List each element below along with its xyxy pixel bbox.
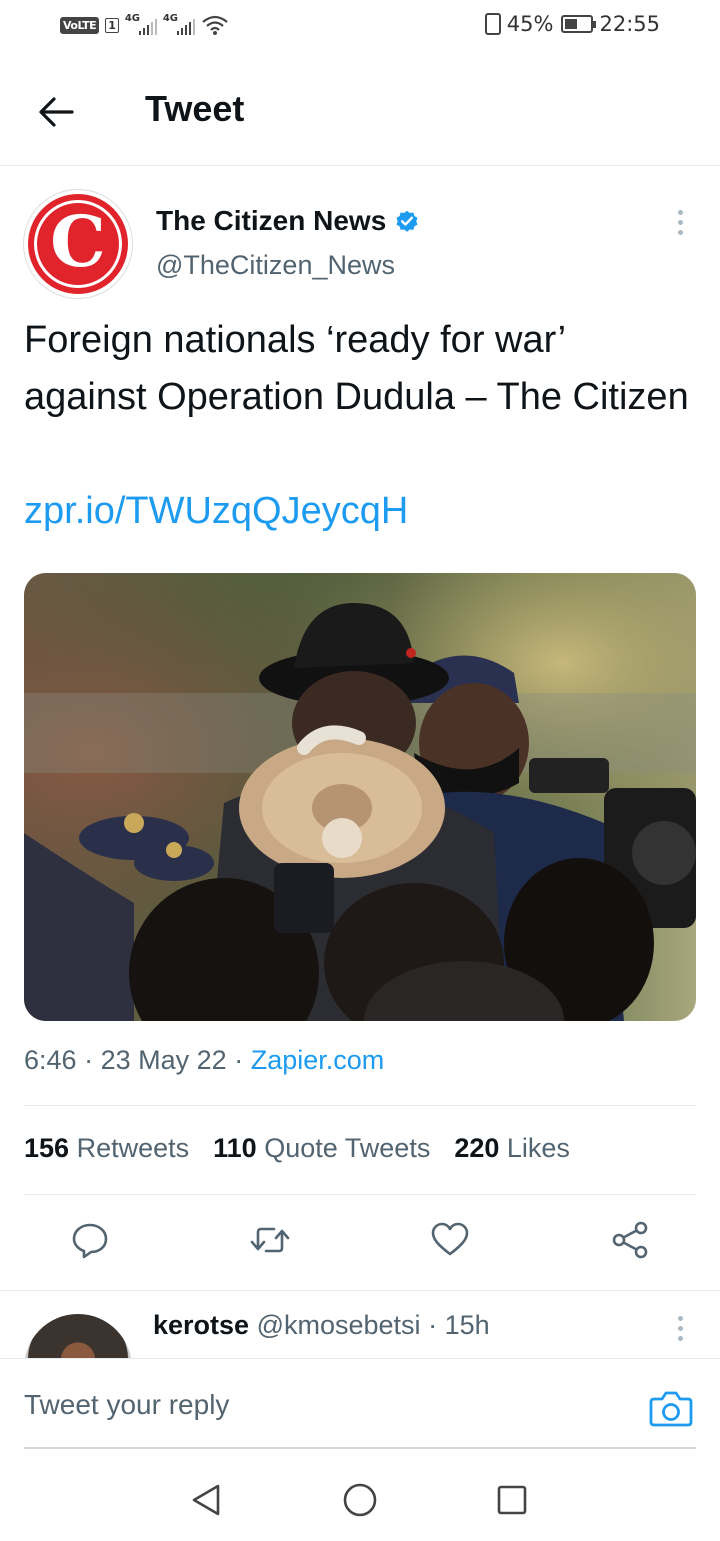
sim-indicator: 1 [105, 17, 119, 33]
reply-icon [72, 1223, 108, 1259]
tweet-stats: 156 Retweets 110 Quote Tweets 220 Likes [24, 1133, 570, 1164]
quote-tweets-stat[interactable]: 110 Quote Tweets [213, 1133, 430, 1164]
divider [24, 1105, 696, 1106]
volte-indicator: VoLTE [60, 16, 100, 34]
vibrate-icon [484, 13, 501, 35]
system-nav-bar [0, 1458, 720, 1541]
tweet-time: 6:46 [24, 1045, 77, 1075]
author-handle[interactable]: @TheCitizen_News [156, 250, 395, 281]
composer-underline [24, 1447, 696, 1449]
reply-input[interactable] [24, 1389, 624, 1421]
network-type-label: 4G [162, 13, 179, 24]
quote-tweets-count: 110 [213, 1133, 257, 1163]
clock: 22:55 [599, 12, 660, 36]
likes-stat[interactable]: 220 Likes [454, 1133, 570, 1164]
signal-icon: 4G [124, 13, 157, 35]
reply-age: 15h [444, 1310, 490, 1340]
nav-home-button[interactable] [338, 1478, 382, 1522]
author-name-row[interactable]: The Citizen News [156, 205, 420, 237]
nav-recents-button[interactable] [490, 1478, 534, 1522]
signal-icon: 4G [162, 13, 195, 35]
reply-button[interactable] [65, 1215, 115, 1265]
retweets-label: Retweets [76, 1133, 190, 1163]
retweets-count: 156 [24, 1133, 70, 1163]
retweet-button[interactable] [245, 1215, 295, 1265]
reply-header: kerotse @kmosebetsi · 15h [153, 1310, 490, 1341]
circle-home-icon [343, 1483, 377, 1517]
avatar-ring: C [34, 200, 122, 288]
divider [24, 1194, 696, 1195]
meta-separator: · [234, 1045, 244, 1075]
photo-illustration [24, 573, 696, 1021]
battery-percent: 45% [506, 12, 554, 36]
tweet-source-link[interactable]: Zapier.com [251, 1045, 385, 1075]
nav-back-button[interactable] [184, 1478, 228, 1522]
avatar-logo-letter: C [50, 200, 106, 283]
author-name[interactable]: The Citizen News [156, 205, 386, 237]
status-right: 45% 22:55 [484, 12, 660, 36]
tweet-meta: 6:46 · 23 May 22 · Zapier.com [24, 1045, 384, 1076]
divider [0, 1290, 720, 1291]
status-bar: VoLTE 1 4G 4G 45% 22:55 [0, 0, 720, 56]
tweet-date: 23 May 22 [100, 1045, 227, 1075]
camera-button[interactable] [648, 1385, 694, 1431]
reply-more-options-icon[interactable] [666, 1310, 694, 1346]
back-arrow-icon [39, 97, 74, 127]
reply-composer [0, 1358, 720, 1458]
meta-separator: · [428, 1310, 438, 1340]
likes-count: 220 [454, 1133, 500, 1163]
camera-icon [649, 1391, 693, 1427]
author-avatar[interactable]: C [24, 190, 132, 298]
retweets-stat[interactable]: 156 Retweets [24, 1133, 189, 1164]
meta-separator: · [84, 1045, 94, 1075]
tweet-action-bar [0, 1215, 720, 1275]
tweet-text: Foreign nationals ‘ready for war’ agains… [24, 319, 689, 418]
triangle-back-icon [192, 1484, 220, 1516]
wifi-icon [202, 15, 228, 35]
tweet-photo[interactable] [24, 573, 696, 1021]
battery-icon [561, 15, 597, 33]
like-button[interactable] [425, 1215, 475, 1265]
square-recents-icon [497, 1485, 527, 1515]
tweet-link[interactable]: zpr.io/TWUzqQJeycqH [24, 483, 408, 540]
network-type-label: 4G [124, 13, 141, 24]
verified-badge-icon [396, 210, 418, 232]
reply-author-handle[interactable]: @kmosebetsi [257, 1310, 421, 1340]
back-button[interactable] [34, 90, 78, 134]
quote-tweets-label: Quote Tweets [264, 1133, 431, 1163]
reply-author-name[interactable]: kerotse [153, 1310, 249, 1340]
retweet-icon [250, 1227, 290, 1253]
page-title: Tweet [145, 88, 245, 129]
heart-icon [431, 1222, 469, 1256]
likes-label: Likes [506, 1133, 570, 1163]
top-app-bar: Tweet [0, 56, 720, 166]
share-icon [612, 1221, 648, 1259]
status-left: VoLTE 1 4G 4G [60, 13, 229, 36]
more-options-icon[interactable] [666, 204, 694, 240]
share-button[interactable] [605, 1215, 655, 1265]
